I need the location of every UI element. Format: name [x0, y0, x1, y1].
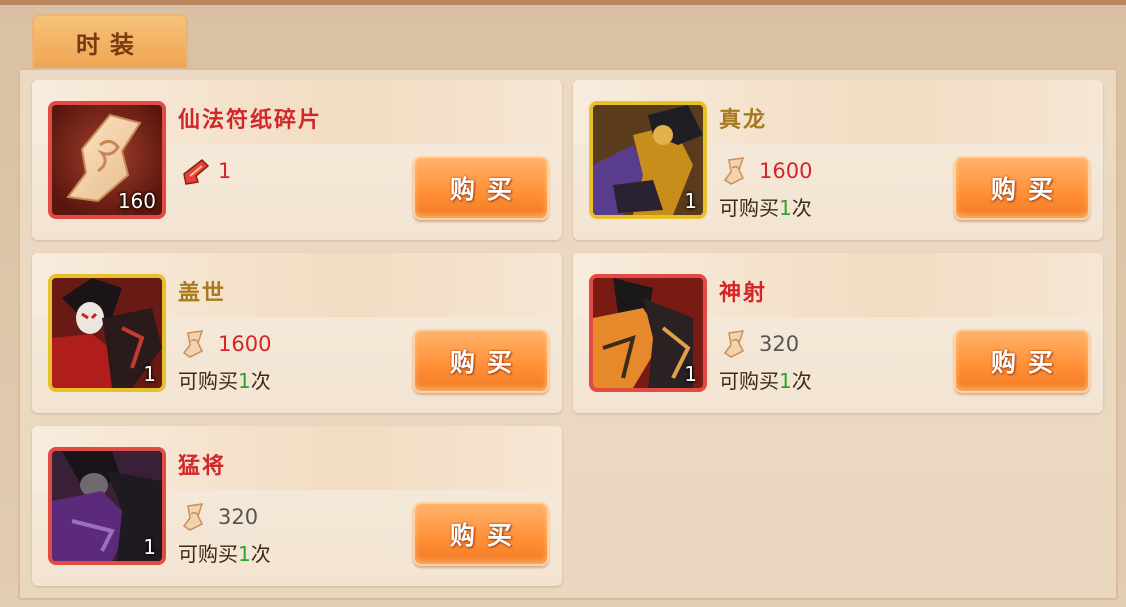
shop-item-card: 1 猛将 320 可购买1次 购买	[32, 426, 562, 586]
shop-item-card: 160 仙法符纸碎片 1 购买	[32, 80, 562, 240]
shop-item-card: 1 真龙 1600 可购买1次 购买	[573, 80, 1103, 240]
item-icon-frame[interactable]: 1	[48, 447, 166, 565]
talisman-paper-icon	[723, 157, 745, 185]
buy-button[interactable]: 购买	[954, 329, 1090, 393]
item-price: 320	[759, 332, 800, 356]
item-icon-frame[interactable]: 1	[589, 274, 707, 392]
shop-window: 时装 160 仙法符纸碎片 1 购买 1 真龙 1600 可购买1次 购买 1 …	[0, 0, 1126, 607]
item-price: 1600	[759, 159, 813, 183]
purchase-limit: 可购买1次	[178, 365, 271, 394]
talisman-paper-icon	[182, 330, 204, 358]
item-quantity: 160	[117, 189, 156, 213]
purchase-limit: 可购买1次	[719, 365, 812, 394]
buy-button[interactable]: 购买	[413, 502, 549, 566]
limit-prefix: 可购买	[719, 369, 779, 393]
limit-prefix: 可购买	[719, 196, 779, 220]
limit-suffix: 次	[791, 196, 812, 220]
price-row: 320	[719, 327, 799, 361]
item-name: 仙法符纸碎片	[178, 108, 323, 133]
limit-count: 1	[779, 369, 792, 393]
buy-button[interactable]: 购买	[413, 329, 549, 393]
shop-item-card: 1 神射 320 可购买1次 购买	[573, 253, 1103, 413]
shop-item-card: 1 盖世 1600 可购买1次 购买	[32, 253, 562, 413]
item-icon-frame[interactable]: 1	[589, 101, 707, 219]
talisman-paper-icon	[723, 330, 745, 358]
window-top-border	[0, 0, 1126, 5]
limit-prefix: 可购买	[178, 542, 238, 566]
limit-suffix: 次	[250, 369, 271, 393]
item-name: 盖世	[178, 281, 227, 306]
buy-button[interactable]: 购买	[413, 156, 549, 220]
limit-suffix: 次	[791, 369, 812, 393]
item-quantity: 1	[684, 189, 697, 213]
item-quantity: 1	[143, 362, 156, 386]
purchase-limit: 可购买1次	[178, 538, 271, 567]
talisman-currency-icon	[183, 159, 210, 185]
limit-count: 1	[238, 369, 251, 393]
purchase-limit: 可购买1次	[719, 192, 812, 221]
item-name: 神射	[719, 281, 768, 306]
item-icon-frame[interactable]: 1	[48, 274, 166, 392]
item-price: 320	[218, 505, 259, 529]
limit-suffix: 次	[250, 542, 271, 566]
talisman-paper-icon	[182, 503, 204, 531]
price-row: 1	[178, 154, 231, 188]
price-row: 1600	[719, 154, 812, 188]
item-icon-frame[interactable]: 160	[48, 101, 166, 219]
tab-costume[interactable]: 时装	[32, 14, 188, 68]
item-quantity: 1	[684, 362, 697, 386]
buy-button[interactable]: 购买	[954, 156, 1090, 220]
limit-count: 1	[779, 196, 792, 220]
item-price: 1600	[218, 332, 272, 356]
item-name: 真龙	[719, 108, 768, 133]
item-price: 1	[218, 159, 232, 183]
limit-prefix: 可购买	[178, 369, 238, 393]
limit-count: 1	[238, 542, 251, 566]
price-row: 320	[178, 500, 258, 534]
item-quantity: 1	[143, 535, 156, 559]
price-row: 1600	[178, 327, 271, 361]
item-name: 猛将	[178, 454, 227, 479]
